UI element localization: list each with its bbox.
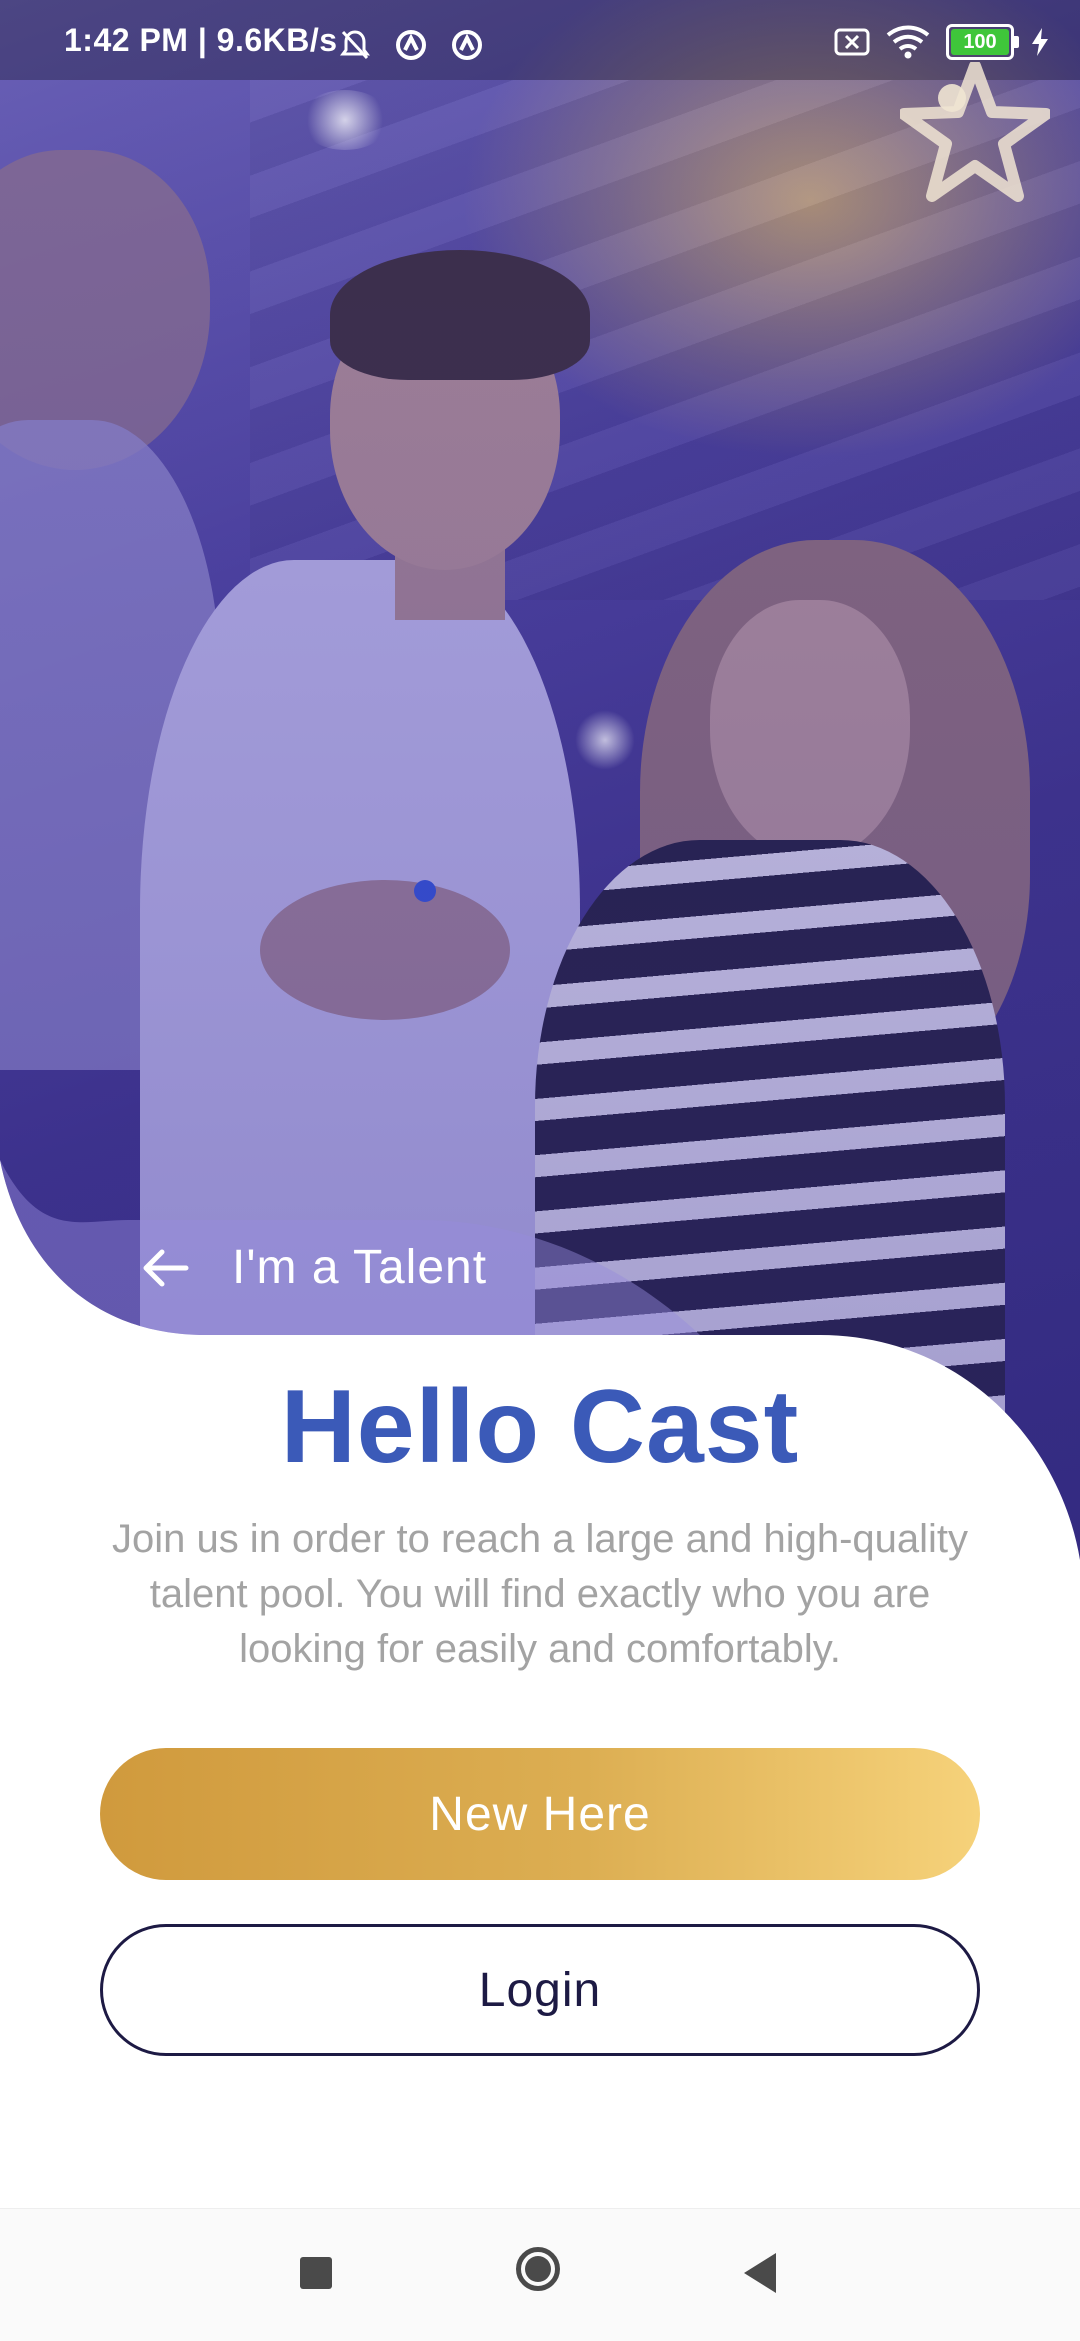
battery-icon: 100 <box>946 24 1019 60</box>
wifi-icon <box>886 25 930 59</box>
talent-tab-label: I'm a Talent <box>232 1241 488 1294</box>
charging-icon <box>1032 28 1048 56</box>
app-notification-icon <box>396 30 426 60</box>
hero-overlay <box>0 0 1080 1580</box>
star-person-logo <box>900 62 1050 202</box>
arrow-left-icon[interactable] <box>140 1248 190 1288</box>
back-triangle-icon[interactable] <box>744 2253 776 2293</box>
talent-tab[interactable]: I'm a Talent <box>140 1240 487 1295</box>
home-circle-inner <box>525 2256 551 2282</box>
description-text: Join us in order to reach a large and hi… <box>111 1517 969 1671</box>
system-navigation-bar <box>0 2208 1080 2341</box>
login-button[interactable]: Login <box>100 1924 980 2056</box>
new-here-button[interactable]: New Here <box>100 1748 980 1880</box>
sim-x-icon <box>834 28 870 56</box>
recents-square-icon[interactable] <box>300 2257 332 2289</box>
status-time-speed: 1:42 PM | 9.6KB/s <box>64 22 338 58</box>
battery-level: 100 <box>963 30 997 53</box>
bell-off-icon <box>340 30 370 60</box>
hero-image <box>0 0 1080 1580</box>
app-notification-icon <box>452 30 482 60</box>
page-title: Hello Cast <box>280 1369 800 1485</box>
